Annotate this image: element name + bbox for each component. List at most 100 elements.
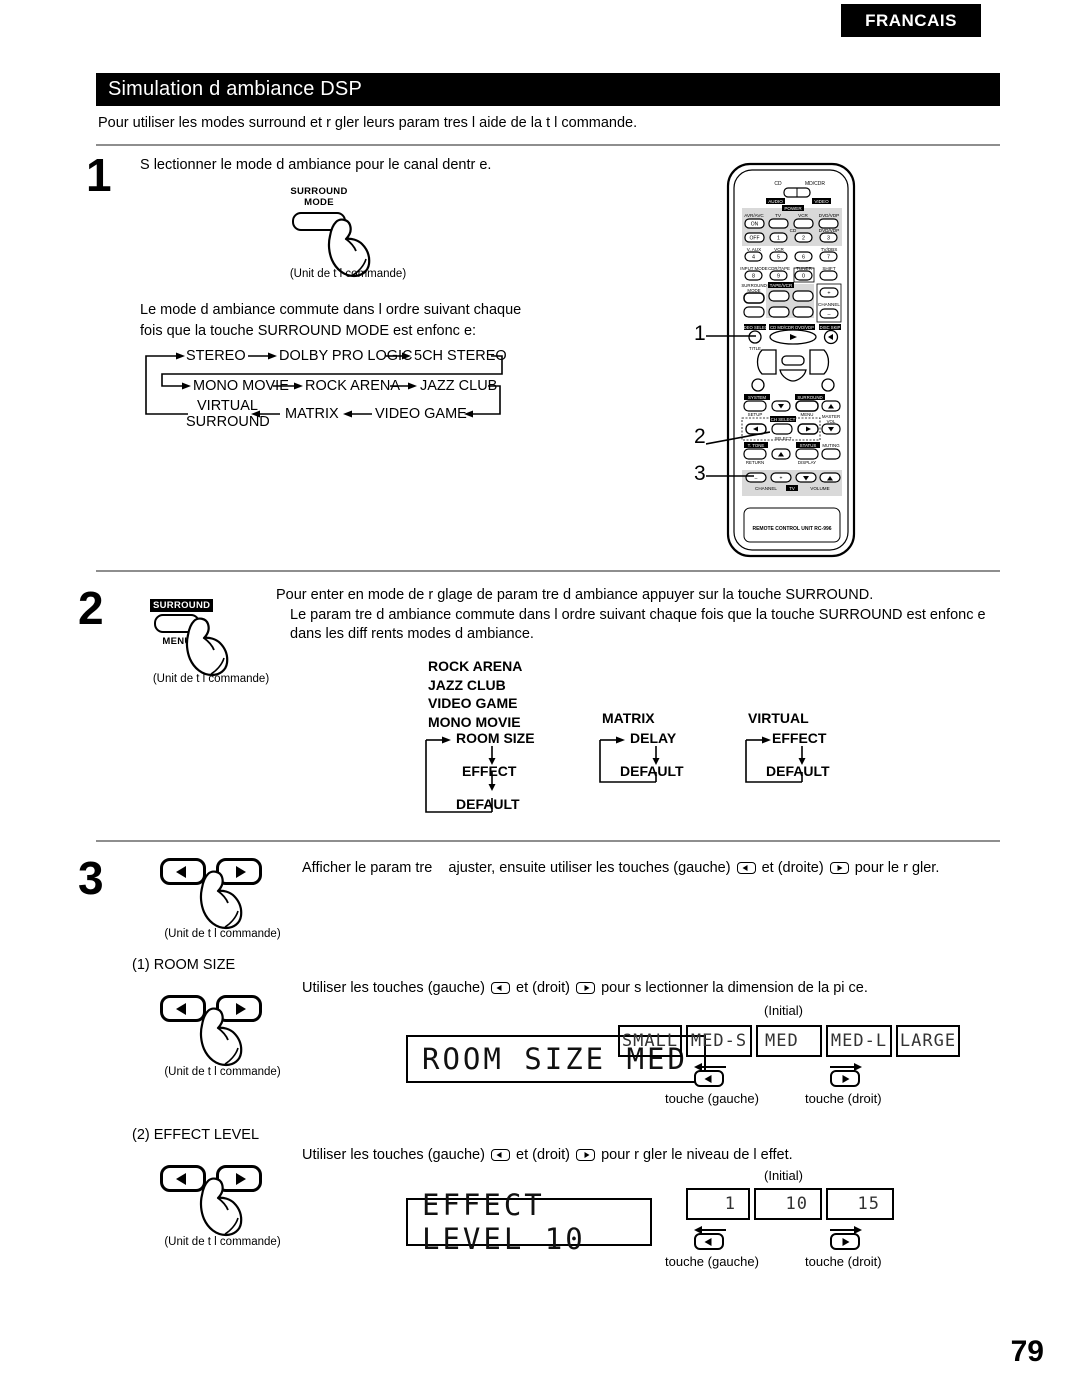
svg-text:DISPLAY: DISPLAY xyxy=(798,460,816,465)
room-size-key-left-label: touche (gauche) xyxy=(665,1091,759,1106)
step-3-remote-caption: (Unit de t l commande) xyxy=(164,928,281,940)
svg-text:3: 3 xyxy=(827,236,830,242)
svg-text:MENU: MENU xyxy=(801,412,814,417)
param-group-3-modes: VIRTUAL xyxy=(748,709,809,728)
effect-level-touche-droit-key[interactable] xyxy=(830,1233,860,1250)
param-1-effect: EFFECT xyxy=(462,763,517,779)
effect-level-right-key[interactable] xyxy=(216,1165,262,1192)
svg-text:VIDEO: VIDEO xyxy=(814,199,829,204)
callout-3-leader xyxy=(706,475,754,477)
effect-level-left-key[interactable] xyxy=(160,1165,206,1192)
mode-flow-label-video-game: VIDEO GAME xyxy=(375,406,467,422)
param-mode-virtual: VIRTUAL xyxy=(748,710,809,726)
param-1-room-size: ROOM SIZE xyxy=(456,730,535,746)
svg-text:VIDEO SELECT: VIDEO SELECT xyxy=(740,325,771,330)
param-1-default: DEFAULT xyxy=(456,796,520,812)
room-size-initial-label: (Initial) xyxy=(764,1003,804,1018)
surround-mode-key-label-line2: MODE xyxy=(304,197,334,208)
substep-2-instruction: Utiliser les touches (gauche) et (droit)… xyxy=(302,1145,902,1166)
svg-text:MD/CDR: MD/CDR xyxy=(805,181,825,187)
svg-text:SELECT: SELECT xyxy=(774,436,791,441)
section-title-bar: Simulation d ambiance DSP xyxy=(96,73,1000,106)
substep-1-instruction-part-a: Utiliser les touches (gauche) xyxy=(302,980,485,996)
svg-text:VOLUME: VOLUME xyxy=(810,486,829,491)
param-mode-video-game: VIDEO GAME xyxy=(428,695,518,712)
language-tab: FRANCAIS xyxy=(841,4,981,37)
substep-1-instruction-part-b: et (droit) xyxy=(516,980,571,996)
effect-level-options: 1 10 15 xyxy=(686,1188,894,1222)
substep-2-remote-caption: (Unit de t l commande) xyxy=(164,1236,281,1248)
surround-menu-key-graphic: SURROUND MENU xyxy=(150,595,260,685)
mode-flow-label-virtual-surround-line2: SURROUND xyxy=(186,414,270,430)
callout-1-leader xyxy=(706,335,756,337)
substep-2-key-graphic xyxy=(160,1165,280,1245)
svg-text:–: – xyxy=(828,311,831,317)
room-size-right-key[interactable] xyxy=(216,995,262,1022)
room-size-left-key[interactable] xyxy=(160,995,206,1022)
callout-2-leader xyxy=(706,431,770,445)
divider-step-3 xyxy=(96,840,1000,842)
effect-level-display: EFFECT LEVEL 10 xyxy=(406,1188,652,1256)
left-arrow-key[interactable] xyxy=(160,858,206,885)
room-size-touche-gauche-key[interactable] xyxy=(694,1070,724,1087)
right-arrow-inline-icon-2 xyxy=(576,982,596,995)
svg-text:REMOTE CONTROL UNIT RC-996: REMOTE CONTROL UNIT RC-996 xyxy=(752,526,831,532)
param-mode-mono-movie: MONO MOVIE xyxy=(428,713,521,730)
right-arrow-key[interactable] xyxy=(216,858,262,885)
step-1-instruction: S lectionner le mode d ambiance pour le … xyxy=(140,157,492,173)
step-1-number: 1 xyxy=(86,149,112,201)
param-mode-rock-arena: ROCK ARENA xyxy=(428,658,523,674)
remote-control-illustration: CD MD/CDR AUDIO VIDEO POWER AVR/AVC TV V… xyxy=(700,160,880,560)
svg-text:POWER: POWER xyxy=(784,206,802,211)
svg-text:ON: ON xyxy=(751,222,759,228)
step-2-line-2: Le param tre d ambiance commute dans l o… xyxy=(290,607,986,623)
effect-level-touche-gauche-key[interactable] xyxy=(694,1233,724,1250)
mode-flow-label-5ch-stereo: 5CH STEREO xyxy=(414,348,507,364)
svg-text:8: 8 xyxy=(752,274,755,280)
svg-text:CDR/TAPE: CDR/TAPE xyxy=(768,266,790,271)
param-mode-jazz-club: JAZZ CLUB xyxy=(428,676,506,693)
surround-mode-key-label-line1: SURROUND xyxy=(290,186,348,197)
svg-text:INPUT MODE: INPUT MODE xyxy=(740,266,768,271)
right-arrow-inline-icon xyxy=(829,862,849,875)
substep-1-key-graphic xyxy=(160,995,280,1075)
svg-text:CD MD/CDR DVD/VDP: CD MD/CDR DVD/VDP xyxy=(770,325,814,330)
room-size-option-med-l: MED-L xyxy=(826,1025,892,1057)
svg-text:0: 0 xyxy=(802,274,805,280)
svg-text:TV: TV xyxy=(789,486,795,491)
svg-text:CD: CD xyxy=(790,228,797,233)
svg-text:TV: TV xyxy=(775,213,782,218)
step-3-instruction-part-b: ajuster, ensuite utiliser les touches (g… xyxy=(448,860,731,876)
svg-text:SETUP: SETUP xyxy=(748,412,763,417)
svg-text:6: 6 xyxy=(802,255,805,261)
substep-2-instruction-part-a: Utiliser les touches (gauche) xyxy=(302,1147,485,1163)
svg-text:5: 5 xyxy=(777,255,780,261)
svg-text:+: + xyxy=(827,290,830,296)
svg-text:RETURN: RETURN xyxy=(746,460,764,465)
surround-mode-flow-diagram: STEREO DOLBY PRO LOGIC 5CH STEREO MONO M… xyxy=(140,348,520,430)
room-size-option-large: LARGE xyxy=(896,1025,960,1057)
step-3-key-graphic xyxy=(160,858,280,938)
substep-2-instruction-part-c: pour r gler le niveau de l effet. xyxy=(601,1147,793,1163)
effect-level-option-initial: 10 xyxy=(754,1188,822,1220)
svg-text:DVD/VDP: DVD/VDP xyxy=(819,228,839,233)
step-3-instruction: Afficher le param tre ajuster, ensuite u… xyxy=(302,858,1002,879)
svg-text:CHANNEL: CHANNEL xyxy=(818,302,840,307)
surround-menu-keycap[interactable] xyxy=(154,614,200,633)
manual-page: FRANCAIS Simulation d ambiance DSP Pour … xyxy=(0,0,1080,1399)
svg-text:2: 2 xyxy=(802,236,805,242)
effect-level-option-max: 15 xyxy=(826,1188,894,1220)
surround-mode-keycap[interactable] xyxy=(292,212,346,231)
svg-text:TV/DBS: TV/DBS xyxy=(821,247,838,252)
substep-2-label: (2) EFFECT LEVEL xyxy=(132,1127,260,1143)
substep-1-remote-caption: (Unit de t l commande) xyxy=(164,1066,281,1078)
svg-text:4: 4 xyxy=(752,255,755,261)
surround-key-label: SURROUND xyxy=(150,599,214,612)
param-group-2-modes: MATRIX xyxy=(602,709,655,728)
svg-text:DISC SKIP: DISC SKIP xyxy=(820,325,841,330)
mode-flow-label-dolby-pro-logic: DOLBY PRO LOGIC xyxy=(279,348,413,364)
divider-step-2 xyxy=(96,570,1000,572)
room-size-touche-droit-key[interactable] xyxy=(830,1070,860,1087)
step-1-remote-caption: (Unit de t l commande) xyxy=(289,268,407,280)
param-mode-matrix: MATRIX xyxy=(602,710,655,726)
